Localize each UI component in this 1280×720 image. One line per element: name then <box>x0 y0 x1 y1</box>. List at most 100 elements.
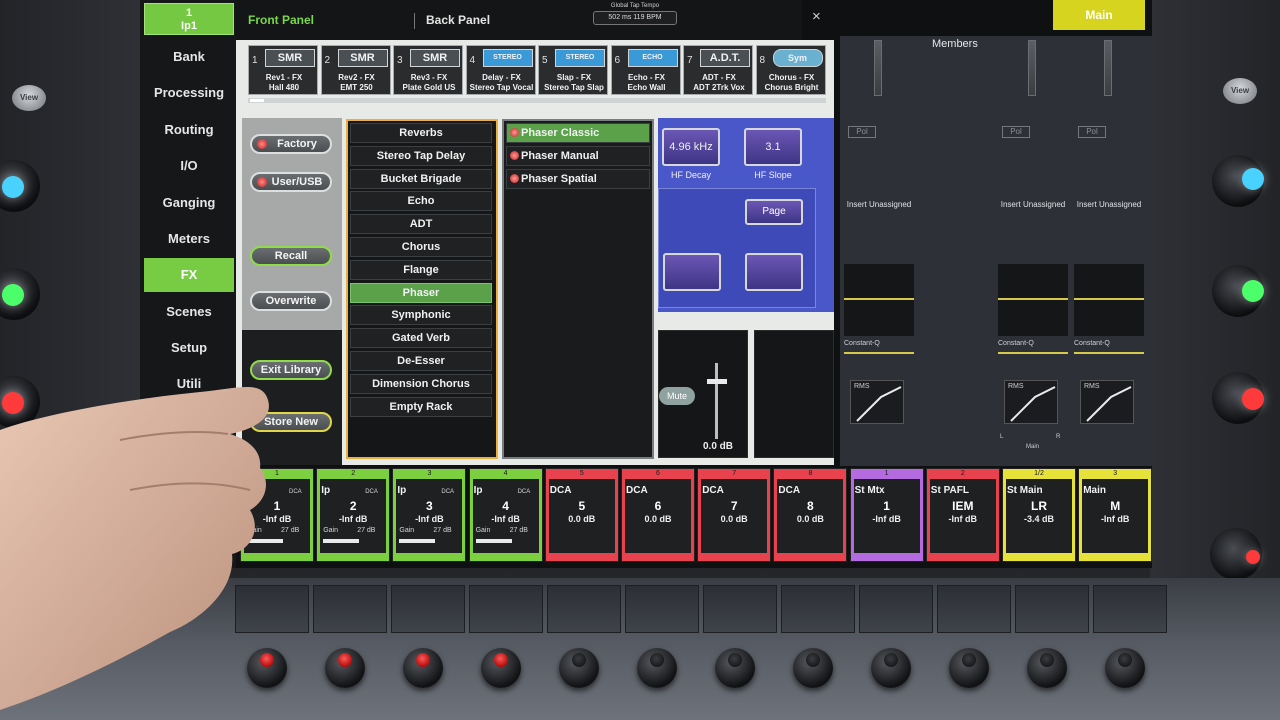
fx-category-item[interactable]: Chorus <box>350 237 492 257</box>
nav-meters[interactable]: Meters <box>144 222 234 256</box>
fader-slot[interactable] <box>313 585 387 633</box>
mute-button[interactable]: Mute <box>659 387 695 405</box>
overwrite-button[interactable]: Overwrite <box>250 291 332 311</box>
fader-slot[interactable] <box>937 585 1011 633</box>
fx-rack-slot[interactable]: 7 A.D.T. ADT - FX ADT 2Trk Vox <box>683 45 753 95</box>
tab-back-panel[interactable]: Back Panel <box>426 13 490 27</box>
gate-graph[interactable] <box>998 264 1068 336</box>
fx-category-item[interactable]: Bucket Brigade <box>350 168 492 189</box>
nav-io[interactable]: I/O <box>144 149 234 183</box>
scrollbar-thumb[interactable] <box>250 99 264 102</box>
channel-strip[interactable]: 4 Ip 4 -Inf dB DCA Gain 27 dB <box>468 468 543 562</box>
channel-strip[interactable]: 7 DCA 7 0.0 dB <box>697 468 772 562</box>
fx-preset-item[interactable]: Phaser Classic <box>506 123 650 143</box>
gate-graph[interactable] <box>844 264 914 336</box>
polarity-button[interactable]: Pol <box>848 126 876 138</box>
nav-setup[interactable]: Setup <box>144 331 234 365</box>
channel-strip[interactable]: 3 Main M -Inf dB <box>1078 468 1152 562</box>
fx-category-item[interactable]: Stereo Tap Delay <box>350 145 492 166</box>
fader-slot[interactable] <box>1093 585 1167 633</box>
channel-strip[interactable]: 1 St Mtx 1 -Inf dB <box>849 468 924 562</box>
hf-slope-control[interactable]: 3.1 <box>744 128 802 166</box>
fader-slot[interactable] <box>703 585 777 633</box>
fader-slot[interactable] <box>859 585 933 633</box>
fx-category-item[interactable]: Echo <box>350 191 492 212</box>
gate-graph[interactable] <box>1074 264 1144 336</box>
polarity-button[interactable]: Pol <box>1078 126 1106 138</box>
compressor-graph[interactable]: RMS <box>1080 380 1134 424</box>
fx-preset-item[interactable]: Phaser Spatial <box>506 169 650 189</box>
channel-knob[interactable] <box>481 648 521 688</box>
channel-knob[interactable] <box>1105 648 1145 688</box>
factory-button[interactable]: Factory <box>250 134 332 154</box>
nav-ganging[interactable]: Ganging <box>144 186 234 220</box>
channel-strip[interactable]: 5 DCA 5 0.0 dB <box>544 468 619 562</box>
channel-knob[interactable] <box>949 648 989 688</box>
fader-slot[interactable] <box>625 585 699 633</box>
fx-category-item[interactable]: ADT <box>350 214 492 235</box>
fx-category-item[interactable]: Empty Rack <box>350 396 492 417</box>
channel-knob[interactable] <box>325 648 365 688</box>
channel-strip[interactable]: 8 DCA 8 0.0 dB <box>773 468 848 562</box>
channel-knob[interactable] <box>559 648 599 688</box>
polarity-button[interactable]: Pol <box>1002 126 1030 138</box>
channel-strip[interactable]: 6 DCA 6 0.0 dB <box>621 468 695 562</box>
channel-strip[interactable]: 1/2 St Main LR -3.4 dB <box>1002 468 1076 562</box>
insert-status[interactable]: Insert Unassigned <box>842 200 916 209</box>
channel-knob[interactable] <box>793 648 833 688</box>
insert-status[interactable]: Insert Unassigned <box>1072 200 1146 209</box>
fx-rack-slot[interactable]: 3 SMR Rev3 - FX Plate Gold US <box>393 45 463 95</box>
fx-rack-slot[interactable]: 6 ECHO Echo - FX Echo Wall <box>610 45 681 95</box>
rack-scrollbar[interactable] <box>248 98 826 103</box>
fader-slot[interactable] <box>469 585 543 633</box>
compressor-graph[interactable]: RMS <box>850 380 904 424</box>
channel-strip[interactable]: 2 St PAFL IEM -Inf dB <box>925 468 1000 562</box>
fx-category-item[interactable]: Reverbs <box>350 123 492 143</box>
nav-routing[interactable]: Routing <box>144 113 234 147</box>
fx-rack-slot[interactable]: 1 SMR Rev1 - FX Hall 480 <box>248 45 318 95</box>
view-button-left[interactable]: View <box>12 85 46 111</box>
fx-category-item[interactable]: Flange <box>350 259 492 280</box>
nav-scenes[interactable]: Scenes <box>144 295 234 329</box>
fader-slot[interactable] <box>1015 585 1089 633</box>
fx-rack-slot[interactable]: 8 Sym Chorus - FX Chorus Bright <box>755 45 826 95</box>
channel-knob[interactable] <box>871 648 911 688</box>
fx-category-item[interactable]: Phaser <box>350 282 492 303</box>
fx-category-item[interactable]: Dimension Chorus <box>350 373 492 394</box>
insert-status[interactable]: Insert Unassigned <box>996 200 1070 209</box>
channel-knob[interactable] <box>1027 648 1067 688</box>
main-tab[interactable]: Main <box>1053 0 1145 30</box>
channel-knob[interactable] <box>715 648 755 688</box>
selected-channel-button[interactable]: 1 Ip1 <box>144 3 234 35</box>
fader-slot[interactable] <box>391 585 465 633</box>
fader-cap[interactable] <box>707 379 727 384</box>
fader-slot[interactable] <box>547 585 621 633</box>
fx-category-item[interactable]: Gated Verb <box>350 328 492 349</box>
user-usb-button[interactable]: User/USB <box>250 172 332 192</box>
close-icon[interactable]: × <box>812 8 821 25</box>
channel-strip[interactable]: 2 Ip 2 -Inf dB DCA Gain 27 dB <box>316 468 391 562</box>
nav-bank[interactable]: Bank <box>144 40 234 74</box>
fader-track[interactable] <box>715 363 718 439</box>
channel-strip[interactable]: 3 Ip 3 -Inf dB DCA Gain 27 dB <box>392 468 467 562</box>
view-button-right[interactable]: View <box>1223 78 1257 104</box>
parameter-slot[interactable] <box>663 253 721 291</box>
compressor-graph[interactable]: RMS <box>1004 380 1058 424</box>
global-tap-tempo[interactable]: Global Tap Tempo 502 ms 119 BPM <box>593 3 677 33</box>
channel-knob[interactable] <box>637 648 677 688</box>
hf-decay-control[interactable]: 4.96 kHz <box>662 128 720 166</box>
fx-category-item[interactable]: Symphonic <box>350 305 492 326</box>
fx-rack-slot[interactable]: 2 SMR Rev2 - FX EMT 250 <box>320 45 391 95</box>
page-button[interactable]: Page <box>745 199 803 225</box>
tab-front-panel[interactable]: Front Panel <box>248 13 314 27</box>
fx-category-item[interactable]: De-Esser <box>350 351 492 371</box>
fx-rack-slot[interactable]: 5 STEREO Slap - FX Stereo Tap Slap <box>538 45 608 95</box>
recall-button[interactable]: Recall <box>250 246 332 266</box>
channel-knob[interactable] <box>403 648 443 688</box>
fx-preset-item[interactable]: Phaser Manual <box>506 146 650 166</box>
fx-rack-slot[interactable]: 4 STEREO Delay - FX Stereo Tap Vocal <box>465 45 536 95</box>
fader-slot[interactable] <box>781 585 855 633</box>
parameter-slot[interactable] <box>745 253 803 291</box>
nav-processing[interactable]: Processing <box>144 76 234 110</box>
nav-fx[interactable]: FX <box>144 258 234 292</box>
